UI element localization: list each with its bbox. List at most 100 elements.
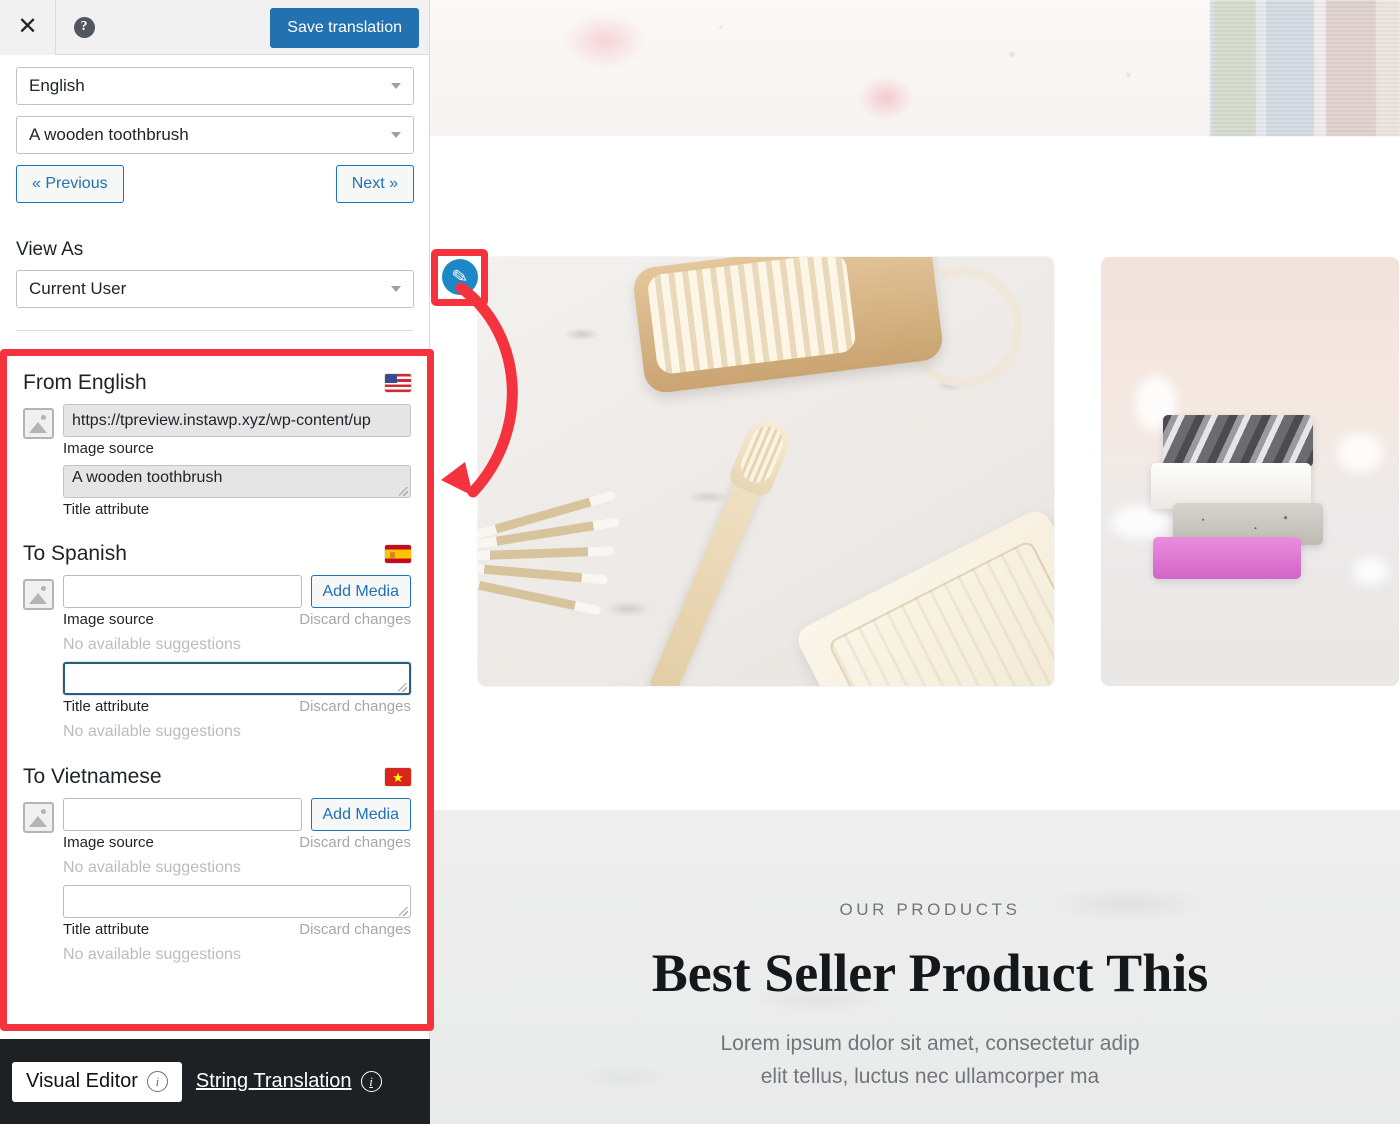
section-title: To Spanish xyxy=(23,542,127,565)
spanish-image-source-row: Add Media Image source Discard changes N… xyxy=(23,575,411,654)
soap-stack xyxy=(1151,415,1329,585)
hero-towels-image xyxy=(1210,0,1400,136)
chevron-down-icon xyxy=(391,83,401,89)
panel-controls: English A wooden toothbrush « Previous N… xyxy=(0,55,429,331)
vietnamese-title-attr-field: Title attribute Discard changes No avail… xyxy=(63,885,411,964)
chevron-down-icon xyxy=(391,286,401,292)
visual-editor-label: Visual Editor xyxy=(26,1070,138,1092)
english-title-attr-value: A wooden toothbrush xyxy=(72,469,223,486)
vietnamese-image-source-input[interactable] xyxy=(63,798,302,831)
field-label: Image source xyxy=(63,611,154,628)
spanish-image-source-field: Add Media Image source Discard changes N… xyxy=(63,575,411,654)
spanish-title-suggestions: No available suggestions xyxy=(63,723,241,740)
string-select-value: A wooden toothbrush xyxy=(29,125,189,144)
subcopy-line-1: Lorem ipsum dolor sit amet, consectetur … xyxy=(720,1032,1140,1055)
spanish-title-attr-field: Title attribute Discard changes No avail… xyxy=(63,662,411,741)
spanish-image-source-sub: Image source Discard changes xyxy=(63,611,411,628)
us-flag-icon xyxy=(385,374,411,392)
vietnamese-image-source-row: Add Media Image source Discard changes N… xyxy=(23,798,411,877)
navigation-row: « Previous Next » xyxy=(16,165,414,203)
vn-flag-icon: ★ xyxy=(385,768,411,786)
spanish-discard-title-changes[interactable]: Discard changes xyxy=(299,698,411,715)
image-placeholder-icon xyxy=(23,802,54,833)
hero-banner-image xyxy=(430,0,1400,136)
translation-editor-panel: ✕ ? Save translation English A wooden to… xyxy=(0,0,434,1124)
charcoal-soap-bar xyxy=(1163,415,1313,467)
language-select[interactable]: English xyxy=(16,67,414,105)
info-icon[interactable]: i xyxy=(146,1071,168,1092)
visual-editor-tab[interactable]: Visual Editor i xyxy=(12,1061,182,1102)
english-title-attr-input[interactable]: A wooden toothbrush xyxy=(63,465,411,498)
spanish-image-suggestions: No available suggestions xyxy=(63,636,241,653)
field-label: Image source xyxy=(63,834,154,851)
chevron-down-icon xyxy=(391,132,401,138)
info-icon[interactable]: i xyxy=(360,1071,382,1092)
view-as-label: View As xyxy=(16,239,84,260)
string-translation-tab[interactable]: String Translation i xyxy=(196,1070,382,1093)
screen: OUR PRODUCTS Best Seller Product This Lo… xyxy=(0,0,1400,1124)
vietnamese-image-suggestions: No available suggestions xyxy=(63,859,241,876)
english-image-source-sub: Image source xyxy=(63,440,411,457)
help-button[interactable]: ? xyxy=(56,0,112,55)
subcopy-line-2: elit tellus, luctus nec ullamcorper ma xyxy=(760,1064,1100,1088)
section-headline: Best Seller Product This xyxy=(651,943,1209,1003)
brush-bristles xyxy=(646,257,858,376)
string-translation-label: String Translation xyxy=(195,1070,352,1092)
product-image-soaps[interactable] xyxy=(1101,257,1399,686)
field-label: Image source xyxy=(63,440,154,457)
bokeh-light xyxy=(1337,433,1383,473)
resize-handle[interactable] xyxy=(399,907,408,916)
spanish-add-media-button[interactable]: Add Media xyxy=(310,575,411,608)
view-as-select-value: Current User xyxy=(29,279,127,298)
spanish-image-source-input[interactable] xyxy=(63,575,302,608)
previous-button[interactable]: « Previous xyxy=(16,165,124,203)
field-label: Title attribute xyxy=(63,921,150,938)
vietnamese-add-media-button[interactable]: Add Media xyxy=(310,798,411,831)
spanish-title-attr-input[interactable] xyxy=(63,662,411,695)
section-header-vietnamese: To Vietnamese ★ xyxy=(23,760,411,794)
pink-soap-bar xyxy=(1153,537,1301,579)
swab xyxy=(478,546,615,561)
pencil-icon: ✎ xyxy=(450,265,470,289)
view-as-select[interactable]: Current User xyxy=(16,270,414,308)
products-section: OUR PRODUCTS Best Seller Product This Lo… xyxy=(430,900,1400,1093)
english-image-source-row: https://tpreview.instawp.xyz/wp-content/… xyxy=(23,404,411,457)
section-header-english: From English xyxy=(23,366,411,400)
vietnamese-title-attr-row: Title attribute Discard changes No avail… xyxy=(23,885,411,964)
next-button[interactable]: Next » xyxy=(335,165,414,203)
english-title-attr-field: A wooden toothbrush Title attribute xyxy=(63,465,411,518)
cotton-swabs xyxy=(478,490,658,657)
resize-handle[interactable] xyxy=(399,487,408,496)
language-select-value: English xyxy=(29,76,85,95)
edit-pencil-button[interactable]: ✎ xyxy=(442,259,478,295)
vietnamese-discard-title-changes[interactable]: Discard changes xyxy=(299,921,411,938)
es-flag-icon xyxy=(385,545,411,563)
close-button[interactable]: ✕ xyxy=(0,0,56,55)
string-select[interactable]: A wooden toothbrush xyxy=(16,116,414,154)
image-placeholder-icon xyxy=(23,408,54,439)
resize-handle[interactable] xyxy=(398,683,407,692)
translation-fields-highlight: From English https://tpreview.instawp.xy… xyxy=(0,349,434,1031)
help-icon: ? xyxy=(73,16,95,38)
english-image-source-field: https://tpreview.instawp.xyz/wp-content/… xyxy=(63,404,411,457)
bokeh-light xyxy=(1353,557,1389,585)
vietnamese-title-attr-input[interactable] xyxy=(63,885,411,918)
panel-footer: Visual Editor i String Translation i xyxy=(0,1039,430,1124)
vietnamese-image-source-field: Add Media Image source Discard changes N… xyxy=(63,798,411,877)
vietnamese-image-source-sub: Image source Discard changes xyxy=(63,834,411,851)
english-image-source-input[interactable]: https://tpreview.instawp.xyz/wp-content/… xyxy=(63,404,411,437)
save-translation-button[interactable]: Save translation xyxy=(270,8,419,48)
swab xyxy=(478,562,609,585)
vietnamese-discard-image-changes[interactable]: Discard changes xyxy=(299,834,411,851)
product-image-toothbrush[interactable] xyxy=(478,257,1054,686)
vietnamese-title-attr-sub: Title attribute Discard changes xyxy=(63,921,411,938)
spanish-title-attr-row: Title attribute Discard changes No avail… xyxy=(23,662,411,741)
section-title: From English xyxy=(23,371,147,394)
section-title: To Vietnamese xyxy=(23,765,162,788)
image-placeholder-icon xyxy=(23,579,54,610)
translation-fields: From English https://tpreview.instawp.xy… xyxy=(7,356,427,1024)
close-icon: ✕ xyxy=(17,13,38,40)
spanish-discard-image-changes[interactable]: Discard changes xyxy=(299,611,411,628)
section-header-spanish: To Spanish xyxy=(23,537,411,571)
english-title-attr-row: A wooden toothbrush Title attribute xyxy=(23,465,411,518)
